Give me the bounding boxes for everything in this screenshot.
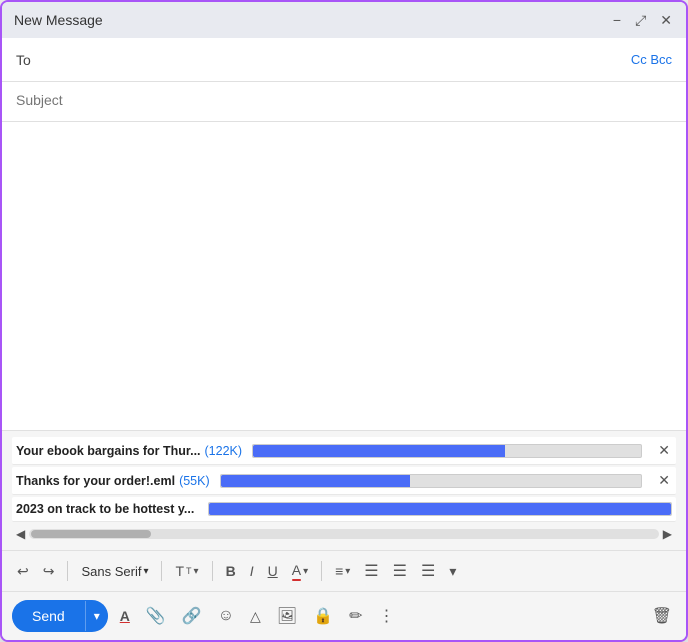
attachment-progress: [208, 502, 672, 516]
scroll-left-button[interactable]: ◀: [16, 527, 25, 541]
discard-button[interactable]: 🗑: [648, 602, 676, 630]
scroll-track[interactable]: [29, 529, 659, 539]
subject-input[interactable]: [16, 92, 672, 108]
progress-bar-bg: [220, 474, 643, 488]
compose-window: New Message − ⤢ ✕ To Cc Bcc Your ebook b…: [0, 0, 688, 642]
send-options-button[interactable]: ▾: [85, 601, 108, 631]
email-body[interactable]: [2, 122, 686, 430]
bottom-bar: Send ▾ A 📎 🔗 ☺ △ 🖼: [2, 591, 686, 640]
attachment-size: (55K): [179, 474, 210, 488]
progress-bar-bg: [208, 502, 672, 516]
link-icon: 🔗: [182, 606, 202, 626]
attachment-progress: ✕: [252, 442, 672, 459]
more-options-icon: ⋮: [378, 606, 394, 626]
trash-icon: 🗑: [652, 608, 672, 625]
title-bar: New Message − ⤢ ✕: [2, 2, 686, 38]
italic-button[interactable]: I: [245, 559, 259, 583]
lock-icon: 🔒: [313, 606, 333, 626]
unordered-list-button[interactable]: ☰: [388, 557, 412, 585]
font-color-chevron: ▾: [303, 566, 308, 577]
attachments-area: Your ebook bargains for Thur... (122K) ✕…: [2, 430, 686, 550]
toolbar-separator: [212, 561, 213, 581]
insert-emoji-button[interactable]: ☺: [214, 603, 238, 629]
minimize-button[interactable]: −: [611, 11, 623, 29]
font-family-chevron: ▾: [143, 566, 148, 577]
indent-button[interactable]: ☰: [416, 557, 440, 585]
attachment-name: Thanks for your order!.eml: [16, 474, 175, 488]
bold-button[interactable]: B: [221, 559, 241, 583]
signature-button[interactable]: ✏: [345, 602, 366, 630]
insert-photo-button[interactable]: 🖼: [273, 602, 301, 630]
insert-drive-button[interactable]: △: [246, 604, 265, 629]
to-label: To: [16, 52, 31, 68]
attachment-size: (122K): [205, 444, 243, 458]
photo-icon: 🖼: [277, 606, 297, 626]
toolbar-separator: [161, 561, 162, 581]
progress-bar-fill: [253, 445, 505, 457]
attachment-progress: ✕: [220, 472, 672, 489]
send-button-wrap: Send ▾: [12, 600, 108, 632]
format-text-button[interactable]: A: [116, 604, 134, 628]
cc-bcc-button[interactable]: Cc Bcc: [631, 52, 672, 67]
font-color-icon: A: [292, 562, 301, 581]
align-chevron: ▾: [345, 566, 350, 577]
attachment-name: Your ebook bargains for Thur...: [16, 444, 201, 458]
attachment-name: 2023 on track to be hottest y...: [16, 502, 194, 516]
window-title: New Message: [14, 12, 103, 28]
attachment-close-button[interactable]: ✕: [656, 472, 672, 489]
subject-row: [2, 82, 686, 122]
underline-button[interactable]: U: [263, 559, 283, 583]
formatting-toolbar: ↩ ↪ Sans Serif ▾ TT ▾ B I U A ▾ ≡ ▾ ☰ ☰ …: [2, 550, 686, 591]
font-family-select[interactable]: Sans Serif ▾: [76, 561, 153, 582]
format-text-icon: A: [120, 608, 130, 624]
attachment-close-button[interactable]: ✕: [656, 442, 672, 459]
attach-file-button[interactable]: 📎: [142, 602, 170, 630]
send-arrow-icon: ▾: [94, 609, 100, 623]
scroll-right-button[interactable]: ▶: [663, 527, 672, 541]
more-chevron-icon: ▾: [449, 563, 456, 580]
attachment-row: Thanks for your order!.eml (55K) ✕: [12, 467, 676, 495]
to-field-row: To Cc Bcc: [2, 38, 686, 82]
lock-button[interactable]: 🔒: [309, 602, 337, 630]
toolbar-separator: [67, 561, 68, 581]
redo-button[interactable]: ↪: [38, 559, 60, 584]
close-button[interactable]: ✕: [658, 11, 674, 29]
progress-bar-fill: [221, 475, 410, 487]
font-family-label: Sans Serif: [81, 564, 141, 579]
drive-icon: △: [250, 608, 261, 625]
undo-button[interactable]: ↩: [12, 559, 34, 584]
emoji-icon: ☺: [218, 607, 234, 625]
align-button[interactable]: ≡ ▾: [330, 559, 355, 583]
expand-button[interactable]: ⤢: [633, 11, 648, 29]
send-button[interactable]: Send: [12, 600, 85, 632]
attachment-row: Your ebook bargains for Thur... (122K) ✕: [12, 437, 676, 465]
toolbar-separator: [321, 561, 322, 581]
font-color-button[interactable]: A ▾: [287, 558, 313, 585]
attachment-row: 2023 on track to be hottest y...: [12, 497, 676, 522]
attach-icon: 📎: [146, 606, 166, 626]
insert-link-button[interactable]: 🔗: [178, 602, 206, 630]
signature-icon: ✏: [349, 606, 362, 626]
font-size-button[interactable]: TT ▾: [170, 559, 203, 583]
more-formatting-button[interactable]: ▾: [444, 559, 461, 584]
progress-bar-fill: [209, 503, 671, 515]
align-icon: ≡: [335, 563, 343, 579]
horizontal-scrollbar: ◀ ▶: [12, 524, 676, 544]
ordered-list-button[interactable]: ☰: [359, 557, 383, 585]
bottom-actions: A 📎 🔗 ☺ △ 🖼 🔒 ✏ ⋮: [116, 602, 640, 630]
title-bar-controls: − ⤢ ✕: [611, 11, 674, 29]
more-options-button[interactable]: ⋮: [374, 602, 398, 630]
scroll-thumb: [31, 530, 151, 538]
progress-bar-bg: [252, 444, 642, 458]
